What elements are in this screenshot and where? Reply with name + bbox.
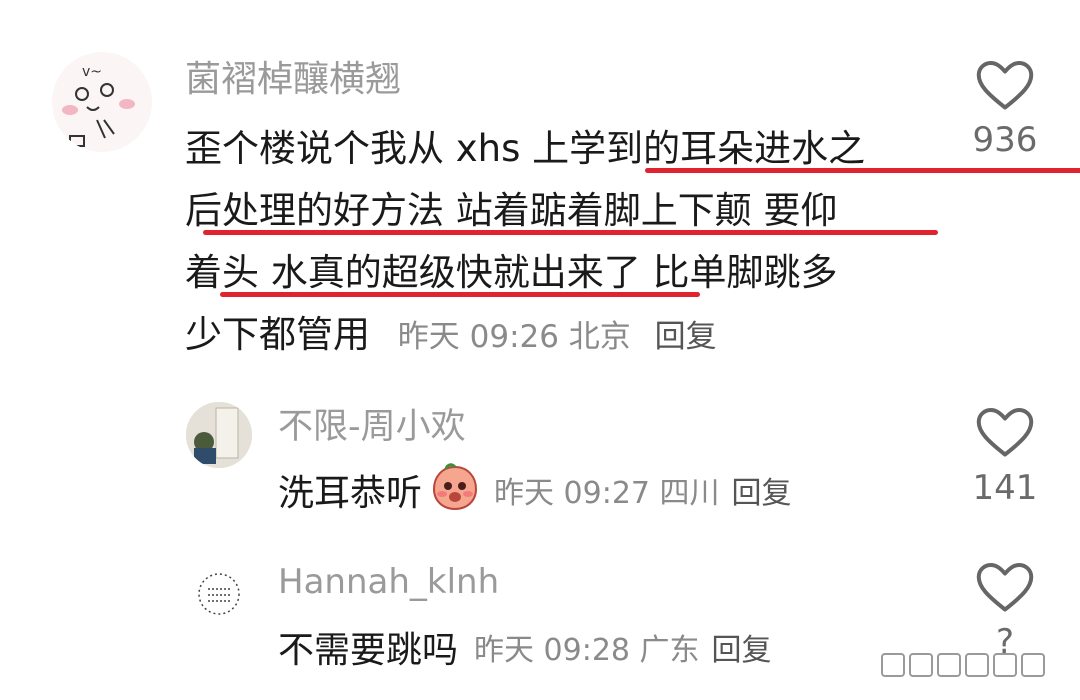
avatar-doodle: v~ <box>62 64 135 147</box>
comment-text-line: 着头 水真的超级快就出来了 比单脚跳多 <box>185 251 838 294</box>
comment-username[interactable]: Hannah_klnh <box>278 560 499 604</box>
comment-username[interactable]: 菌褶棹釀横翘 <box>185 58 401 102</box>
peach-emoji <box>428 461 482 519</box>
highlight-underline <box>203 230 938 235</box>
avatar[interactable] <box>186 402 252 468</box>
avatar-photo <box>186 402 252 468</box>
like-button[interactable] <box>975 407 1035 457</box>
avatar-doodle <box>198 573 240 615</box>
reply-button[interactable]: 回复 <box>655 319 717 355</box>
heart-icon <box>976 408 1034 457</box>
comment-text: 不需要跳吗 <box>278 630 459 671</box>
comment-text-line: 后处理的好方法 站着踮着脚上下颠 要仰 <box>185 189 838 232</box>
comment-text-line: 歪个楼说个我从 xhs 上学到的耳朵进水之 <box>185 127 866 170</box>
like-button[interactable] <box>975 60 1035 110</box>
like-count: 141 <box>972 468 1038 508</box>
comment-username[interactable]: 不限-周小欢 <box>278 405 466 449</box>
comment-meta: 昨天 09:27 四川 <box>494 476 720 511</box>
heart-icon <box>976 61 1034 110</box>
highlight-underline <box>645 168 1080 173</box>
svg-text:v~: v~ <box>82 64 102 80</box>
heart-icon <box>976 563 1034 612</box>
watermark <box>880 650 1060 684</box>
reply-button[interactable]: 回复 <box>712 625 772 669</box>
comment-meta: 昨天 09:28 广东 <box>474 633 700 668</box>
comment-line: 洗耳恭听 昨天 09:27 四川 回复 <box>278 462 792 518</box>
highlight-underline <box>220 292 700 297</box>
reply-button[interactable]: 回复 <box>732 468 792 512</box>
comment-line: 不需要跳吗 昨天 09:28 广东 回复 <box>278 620 772 674</box>
like-button[interactable] <box>975 562 1035 612</box>
comment-text: 歪个楼说个我从 xhs 上学到的耳朵进水之 后处理的好方法 站着踮着脚上下颠 要… <box>185 118 1080 368</box>
avatar[interactable]: v~ <box>52 52 152 152</box>
comment-text-line: 少下都管用 <box>185 313 370 356</box>
like-count: 936 <box>972 120 1038 160</box>
comment-meta: 昨天 09:26 北京 <box>397 319 631 355</box>
comment-text: 洗耳恭听 <box>278 473 423 514</box>
avatar[interactable] <box>190 565 248 623</box>
